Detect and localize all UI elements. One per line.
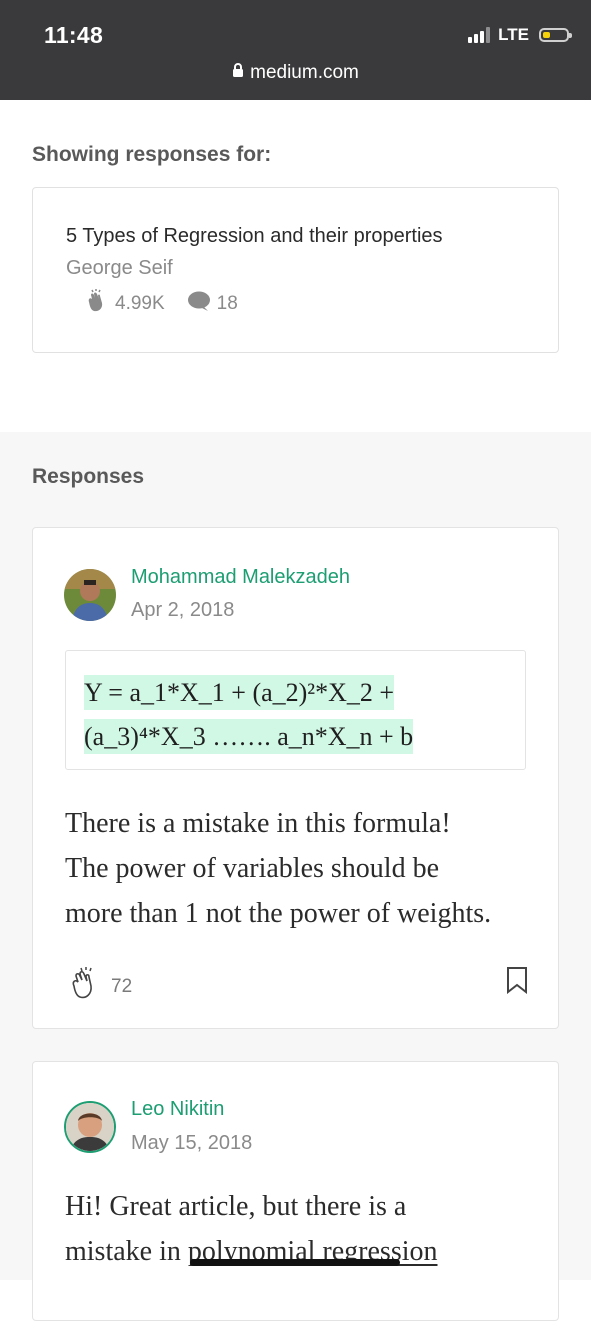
article-response-count: 18 [216,293,238,314]
response-body-line: more than 1 not the power of weights. [65,898,492,929]
comment-icon [187,290,211,318]
article-title[interactable]: 5 Types of Regression and their properti… [66,225,443,248]
network-label: LTE [498,25,529,44]
url-text: medium.com [250,62,359,84]
response-card[interactable]: Mohammad Malekzadeh Apr 2, 2018 Y = a_1*… [32,527,559,1029]
response-clap-row: 72 [65,965,132,1009]
home-indicator[interactable] [190,1259,400,1266]
response-clap-count: 72 [111,976,133,997]
response-card[interactable]: Leo Nikitin May 15, 2018 Hi! Great artic… [32,1061,559,1321]
response-body-line: mistake in polynomial regression [65,1236,438,1267]
article-author[interactable]: George Seif [66,257,173,280]
article-stats: 4.99K 18 [83,288,238,320]
clap-icon [83,288,109,320]
signal-icon [468,27,491,43]
responses-section: Responses Mohammad Malekzadeh Apr 2, 201… [0,432,591,1321]
response-date[interactable]: May 15, 2018 [131,1132,252,1155]
quote-line: (a_3)⁴*X_3 ……. a_n*X_n + b [84,719,414,754]
article-card[interactable]: 5 Types of Regression and their properti… [32,187,559,353]
address-bar[interactable]: medium.com [0,62,591,84]
avatar[interactable] [64,1101,116,1153]
battery-icon [539,28,572,42]
article-clap-count: 4.99K [115,293,165,314]
response-date[interactable]: Apr 2, 2018 [131,599,234,622]
browser-top-bar: 11:48 LTE medium.com [0,0,591,100]
avatar[interactable] [64,569,116,621]
response-author[interactable]: Mohammad Malekzadeh [131,566,350,589]
response-body-line: Hi! Great article, but there is a [65,1191,407,1222]
status-time: 11:48 [44,22,104,48]
bookmark-icon[interactable] [506,966,528,999]
response-body[interactable]: There is a mistake in this formula! The … [65,801,535,936]
showing-responses-label: Showing responses for: [32,143,272,166]
clap-button[interactable] [65,965,103,1009]
status-indicators: LTE [468,25,572,45]
response-author[interactable]: Leo Nikitin [131,1098,224,1121]
responses-heading: Responses [32,465,145,488]
highlighted-quote[interactable]: Y = a_1*X_1 + (a_2)²*X_2 + (a_3)⁴*X_3 ……… [65,650,526,770]
response-body-line: There is a mistake in this formula! [65,808,451,839]
lock-icon [232,62,244,84]
quote-line: Y = a_1*X_1 + (a_2)²*X_2 + [84,675,395,710]
response-body-line: The power of variables should be [65,853,439,884]
